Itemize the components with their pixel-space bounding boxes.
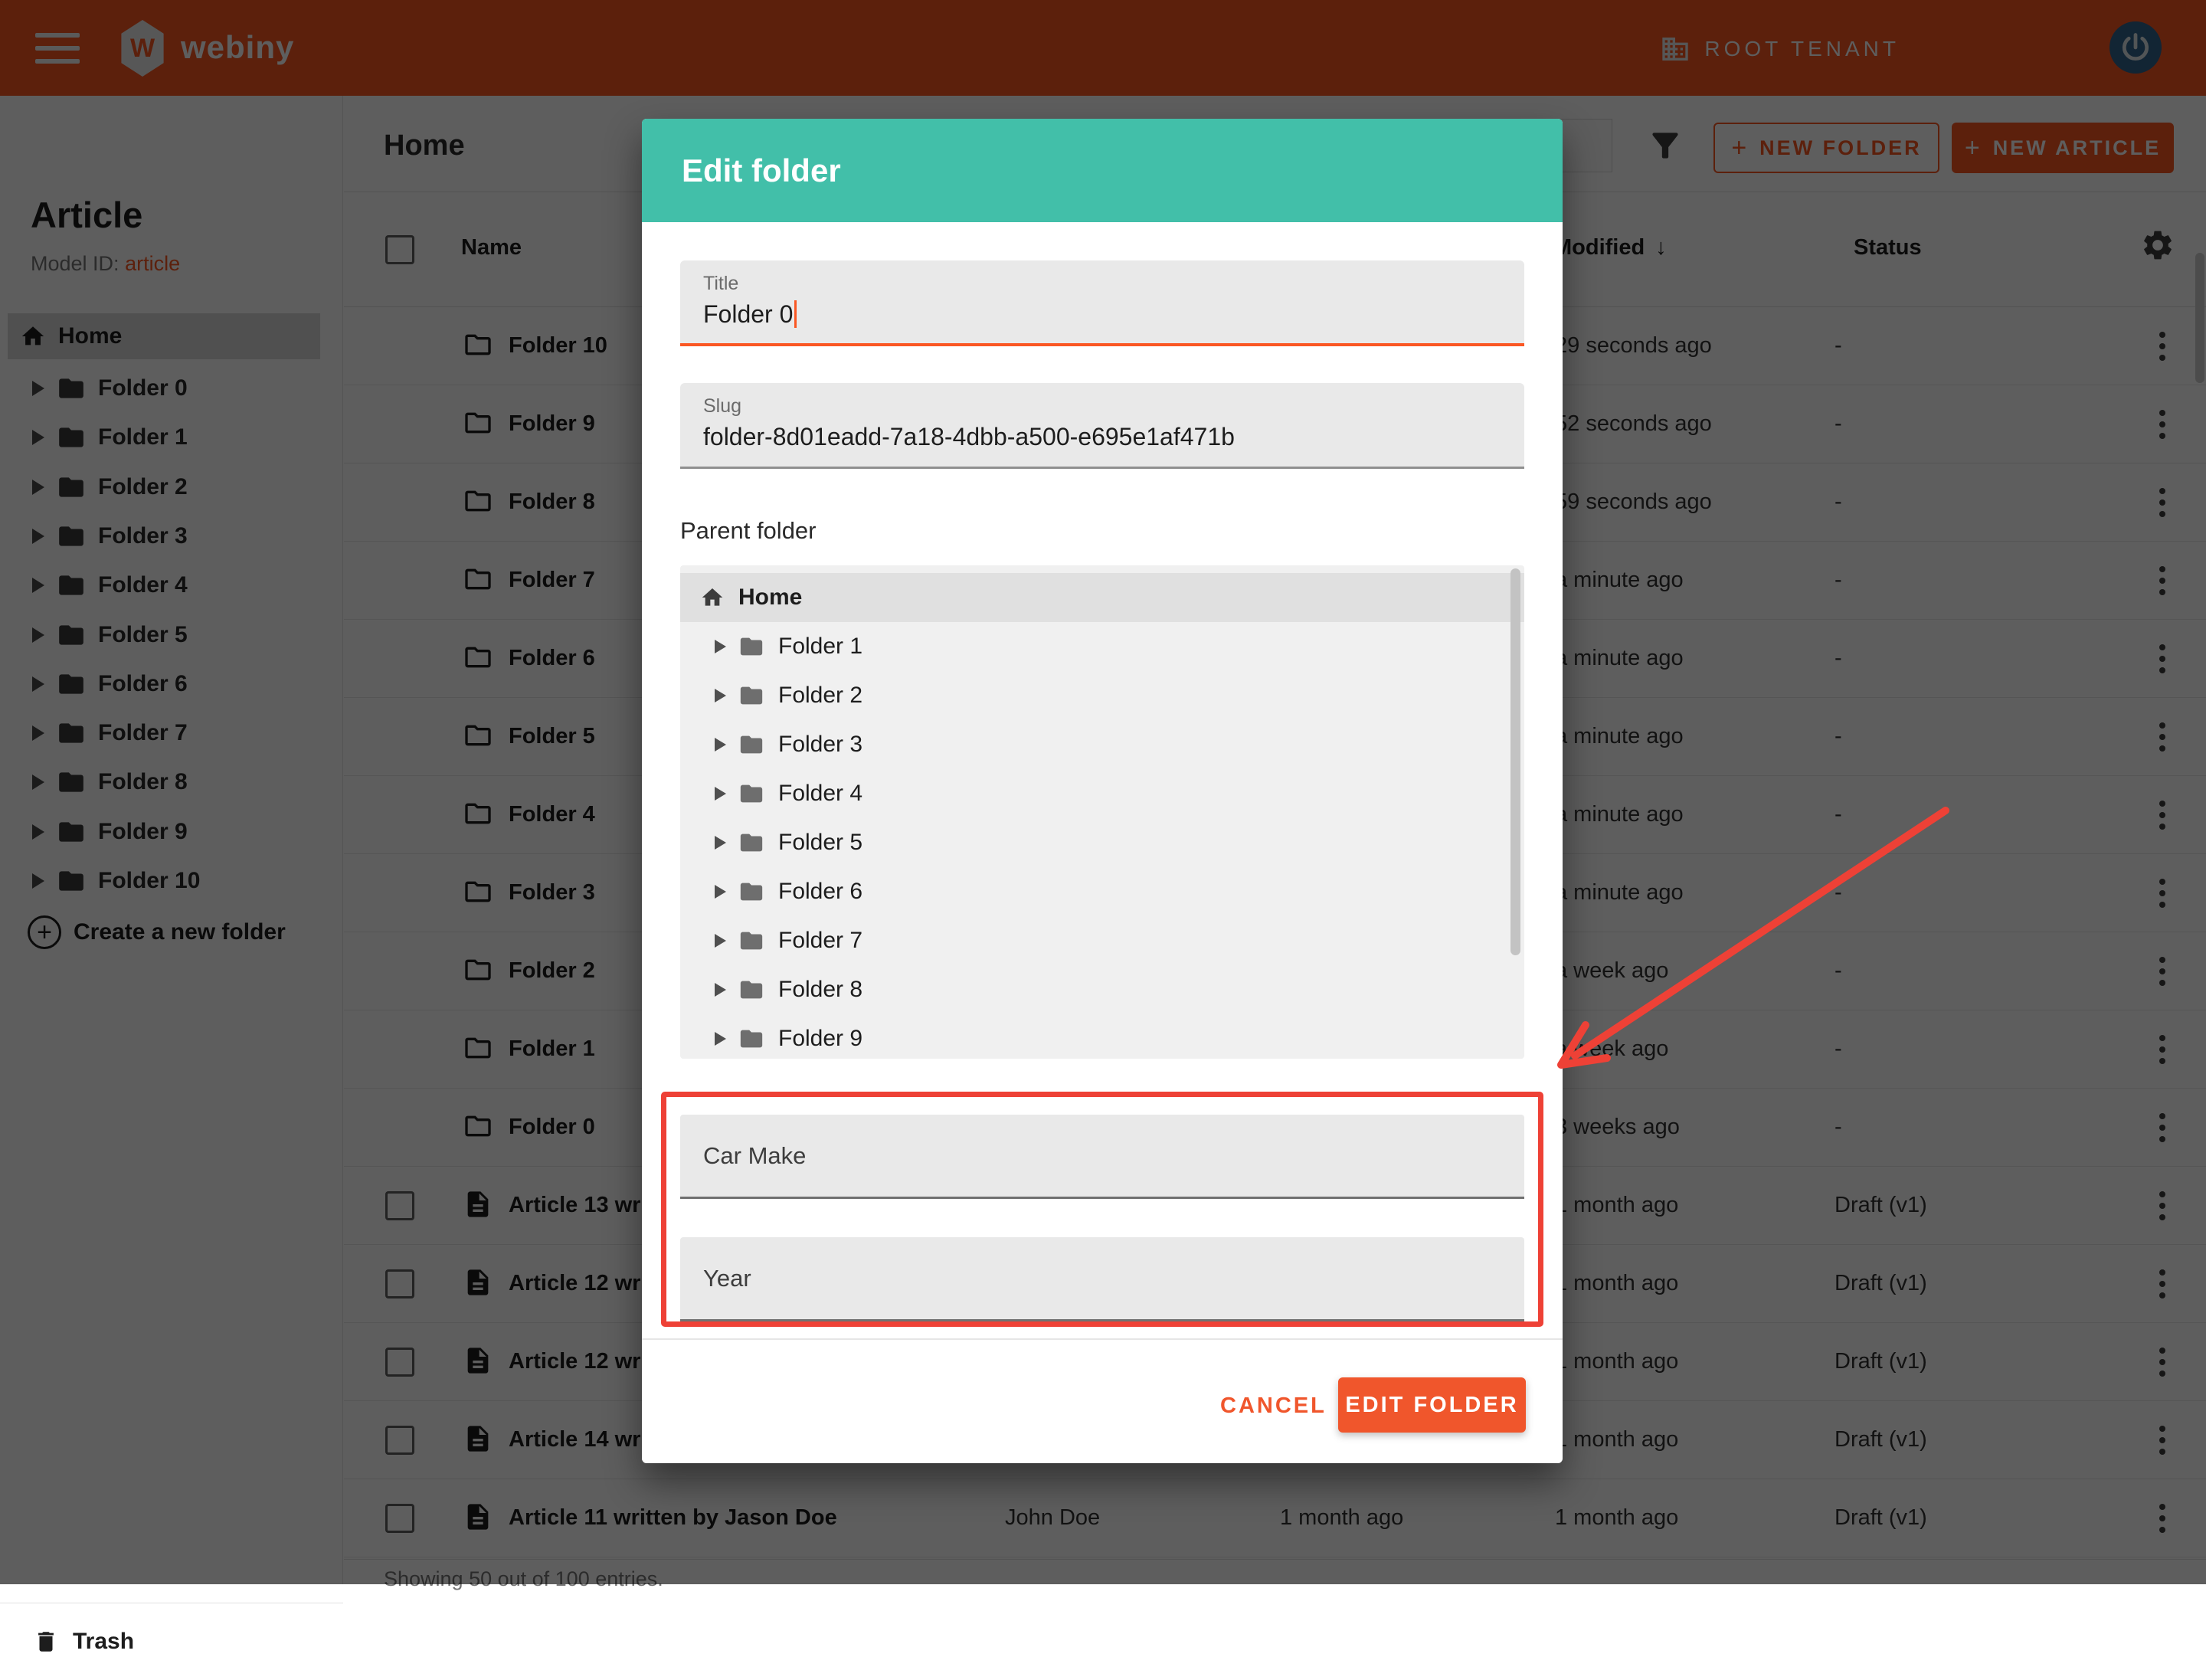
- tree-item-folder-5[interactable]: Folder 5: [680, 818, 1524, 867]
- folder-icon: [738, 879, 764, 905]
- folder-icon: [738, 732, 764, 758]
- caret-right-icon: [715, 738, 726, 752]
- sidebar-item-trash[interactable]: Trash: [0, 1603, 343, 1680]
- tree-item-home[interactable]: Home: [680, 573, 1524, 622]
- folder-label: Folder 9: [778, 1026, 862, 1052]
- tree-item-folder-2[interactable]: Folder 2: [680, 671, 1524, 720]
- cancel-button[interactable]: CANCEL: [1220, 1387, 1320, 1425]
- edit-folder-button[interactable]: EDIT FOLDER: [1338, 1377, 1526, 1433]
- folder-label: Folder 5: [778, 830, 862, 856]
- folder-icon: [738, 977, 764, 1003]
- caret-right-icon: [715, 1032, 726, 1046]
- tree-item-folder-7[interactable]: Folder 7: [680, 916, 1524, 965]
- year-label: Year: [703, 1237, 751, 1319]
- dialog-footer-divider: [642, 1338, 1563, 1340]
- folder-icon: [738, 683, 764, 709]
- caret-right-icon: [715, 983, 726, 997]
- folder-icon: [738, 781, 764, 807]
- dialog-title: Edit folder: [682, 152, 841, 189]
- tree-item-folder-1[interactable]: Folder 1: [680, 622, 1524, 671]
- tree-scrollbar-thumb[interactable]: [1510, 568, 1520, 955]
- home-icon: [700, 585, 725, 610]
- caret-right-icon: [715, 885, 726, 899]
- car-make-field[interactable]: Car Make: [680, 1115, 1524, 1199]
- folder-label: Folder 8: [778, 977, 862, 1003]
- title-field[interactable]: Title Folder 0: [680, 260, 1524, 346]
- caret-right-icon: [715, 836, 726, 850]
- title-field-label: Title: [703, 273, 738, 295]
- caret-right-icon: [715, 934, 726, 948]
- folder-label: Folder 1: [778, 634, 862, 660]
- title-field-value: Folder 0: [703, 300, 797, 329]
- folder-label: Folder 7: [778, 928, 862, 954]
- trash-icon: [33, 1629, 59, 1655]
- slug-field-value: folder-8d01eadd-7a18-4dbb-a500-e695e1af4…: [703, 423, 1235, 451]
- caret-right-icon: [715, 640, 726, 653]
- folder-icon: [738, 634, 764, 660]
- slug-field-label: Slug: [703, 395, 741, 418]
- slug-field[interactable]: Slug folder-8d01eadd-7a18-4dbb-a500-e695…: [680, 383, 1524, 469]
- tree-item-folder-8[interactable]: Folder 8: [680, 965, 1524, 1014]
- tree-item-folder-9[interactable]: Folder 9: [680, 1014, 1524, 1059]
- folder-icon: [738, 1026, 764, 1052]
- folder-label: Folder 2: [778, 683, 862, 709]
- parent-folder-label: Parent folder: [680, 517, 817, 545]
- car-make-label: Car Make: [703, 1115, 806, 1197]
- edit-folder-dialog: Edit folder Title Folder 0 Slug folder-8…: [642, 119, 1563, 1463]
- parent-folder-tree: Home Folder 1 Folder 2 Folder 3 Folder 4…: [680, 565, 1524, 1059]
- folder-icon: [738, 928, 764, 954]
- caret-right-icon: [715, 787, 726, 801]
- text-cursor: [794, 300, 797, 328]
- folder-label: Folder 6: [778, 879, 862, 905]
- dialog-header: Edit folder: [642, 119, 1563, 222]
- folder-icon: [738, 830, 764, 856]
- folder-label: Folder 3: [778, 732, 862, 758]
- tree-item-folder-6[interactable]: Folder 6: [680, 867, 1524, 916]
- year-field[interactable]: Year: [680, 1237, 1524, 1321]
- tree-item-folder-3[interactable]: Folder 3: [680, 720, 1524, 769]
- caret-right-icon: [715, 689, 726, 702]
- tree-item-folder-4[interactable]: Folder 4: [680, 769, 1524, 818]
- folder-label: Folder 4: [778, 781, 862, 807]
